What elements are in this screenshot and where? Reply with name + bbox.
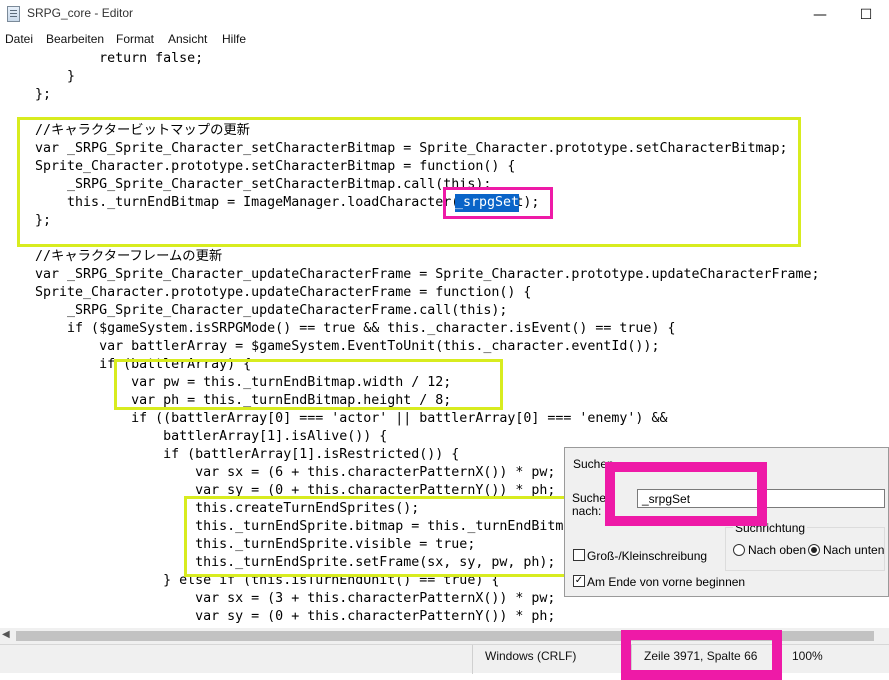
code-line: }	[3, 69, 76, 84]
menu-datei[interactable]: Datei	[5, 32, 33, 46]
code-line: var sx = (3 + this.characterPatternX()) …	[3, 591, 556, 606]
highlight-box-pw-ph	[114, 359, 503, 410]
direction-up-label: Nach oben	[748, 543, 807, 557]
menu-hilfe[interactable]: Hilfe	[222, 32, 246, 46]
highlight-box-srpgset	[443, 187, 553, 219]
match-case-label: Groß-/Kleinschreibung	[587, 549, 708, 563]
minimize-button[interactable]: —	[797, 0, 843, 30]
direction-down-label: Nach unten	[823, 543, 885, 557]
highlight-box-search-field	[605, 462, 767, 526]
status-bar: Windows (CRLF) Zeile 3971, Spalte 66 100…	[0, 630, 889, 680]
wrap-around-checkbox[interactable]: ✓	[573, 575, 585, 587]
code-line: if ($gameSystem.isSRPGMode() == true && …	[3, 321, 676, 336]
code-line: if ((battlerArray[0] === 'actor' || batt…	[3, 411, 668, 426]
wrap-around-label: Am Ende von vorne beginnen	[587, 575, 746, 589]
code-line: var _SRPG_Sprite_Character_updateCharact…	[3, 267, 820, 282]
notepad-icon	[7, 6, 20, 22]
highlight-box-bitmap-block	[17, 117, 801, 247]
window-title: SRPG_core - Editor	[27, 6, 134, 20]
status-zoom: 100%	[779, 645, 889, 674]
code-line: battlerArray[1].isAlive()) {	[3, 429, 388, 444]
find-dialog: Suchen Suchen nach: _srpgSet Suchrichtun…	[564, 447, 889, 597]
code-line: //キャラクターフレームの更新	[3, 249, 223, 264]
code-line: if (battlerArray[1].isRestricted()) {	[3, 447, 460, 462]
status-line-ending: Windows (CRLF)	[472, 645, 612, 674]
code-line: Sprite_Character.prototype.updateCharact…	[3, 285, 532, 300]
direction-up-radio[interactable]	[733, 544, 745, 556]
maximize-button[interactable]: ☐	[843, 0, 889, 30]
code-line: };	[3, 87, 52, 102]
code-line: var sx = (6 + this.characterPatternX()) …	[3, 465, 556, 480]
code-line: _SRPG_Sprite_Character_updateCharacterFr…	[3, 303, 508, 318]
menu-bar: Datei Bearbeiten Format Ansicht Hilfe	[0, 30, 889, 50]
highlight-box-turnend-sprite	[184, 496, 574, 577]
code-line: return false;	[3, 51, 204, 66]
menu-format[interactable]: Format	[116, 32, 154, 46]
match-case-checkbox[interactable]	[573, 549, 585, 561]
scroll-left-icon[interactable]: ◀	[2, 629, 10, 640]
title-bar: SRPG_core - Editor — ☐	[0, 0, 889, 30]
menu-bearbeiten[interactable]: Bearbeiten	[46, 32, 104, 46]
code-line: var sy = (0 + this.characterPatternY()) …	[3, 609, 556, 624]
code-line: var battlerArray = $gameSystem.EventToUn…	[3, 339, 660, 354]
menu-ansicht[interactable]: Ansicht	[168, 32, 207, 46]
direction-down-radio[interactable]	[808, 544, 820, 556]
